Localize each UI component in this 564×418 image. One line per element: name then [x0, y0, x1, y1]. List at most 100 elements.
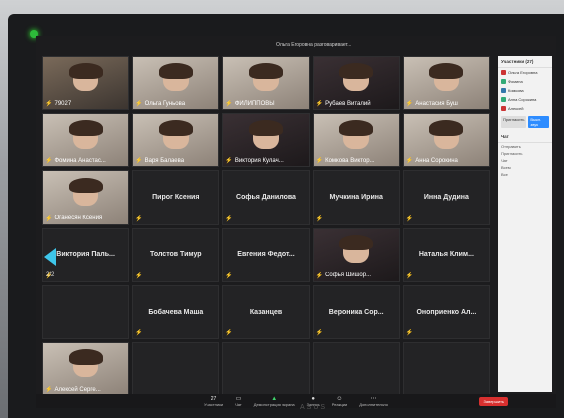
participant-name-bar: ⚡ Анастасия Буш — [405, 100, 487, 108]
participant-tile[interactable]: Софья Данилова ⚡ — [222, 170, 310, 225]
participant-list-item[interactable]: Комкова — [498, 86, 552, 95]
participant-tile[interactable] — [222, 341, 310, 396]
participant-tile[interactable] — [312, 341, 400, 396]
participant-tile[interactable]: Бобачева Маша ⚡ — [132, 284, 220, 339]
participant-tile[interactable]: ⚡ Рубаев Виталий — [312, 56, 400, 111]
mic-muted-icon: ⚡ — [315, 101, 324, 108]
participant-tile[interactable]: ⚡ ФИЛИППОВЫ — [222, 56, 310, 111]
avatar — [501, 88, 506, 93]
mic-muted-icon: ⚡ — [45, 387, 53, 393]
mic-muted-icon: ⚡ — [405, 272, 414, 279]
participant-name-bar: ⚡ — [406, 215, 487, 222]
mic-muted-icon: ⚡ — [45, 158, 53, 165]
participant-name: ФИЛИППОВЫ — [234, 100, 275, 107]
participant-video-hair — [429, 120, 464, 137]
more-button[interactable]: ⋯ Дополнительно — [359, 395, 388, 407]
mic-muted-icon: ⚡ — [135, 101, 143, 108]
laptop-brand-logo: ASUS — [300, 404, 328, 411]
chat-icon: ▭ — [235, 396, 242, 402]
participant-name: Наталья Клим... — [418, 251, 474, 259]
participant-name: Фомина Анастас... — [54, 157, 106, 164]
participant-tile[interactable] — [42, 284, 130, 339]
participant-tile[interactable] — [402, 341, 490, 396]
mic-muted-icon: ⚡ — [315, 215, 324, 222]
participants-button[interactable]: 27 Участники — [204, 396, 223, 407]
participant-name: Ольга Гуньова — [144, 100, 186, 107]
participant-name-bar: ⚡ Оганесян Ксения — [45, 215, 126, 222]
participant-tile[interactable]: ⚡ Комкова Виктор... — [312, 113, 400, 168]
participant-tile[interactable]: Евгения Федот... ⚡ — [222, 227, 310, 282]
participant-tile[interactable]: ⚡ 79027 — [42, 56, 130, 111]
participant-tile[interactable]: ⚡ Виктория Кулач... — [222, 113, 310, 168]
participant-tile[interactable] — [132, 341, 220, 396]
participant-video-hair — [158, 63, 193, 79]
participant-name-bar: ⚡ Фомина Анастас... — [45, 157, 126, 165]
page-indicator: 2/2 — [46, 272, 55, 278]
participant-video-hair — [339, 120, 374, 137]
participant-list-item[interactable]: Фомина — [498, 77, 552, 86]
participant-video-hair — [339, 63, 374, 79]
chat-button[interactable]: ▭ Чат — [235, 395, 242, 407]
participant-name-bar: ⚡ Комкова Виктор... — [316, 157, 397, 165]
participants-label: Участники — [204, 401, 224, 407]
share-screen-button[interactable]: ▲ Демонстрация экрана — [254, 396, 295, 407]
chat-header: Чат — [498, 131, 552, 143]
participant-list-name: Комкова — [508, 88, 524, 93]
participant-name-bar: ⚡ — [45, 272, 126, 279]
participant-tile[interactable]: ⚡ Оганесян Ксения — [42, 170, 130, 225]
participant-tile[interactable]: Мучкина Ирина ⚡ — [312, 170, 400, 225]
mic-muted-icon: ⚡ — [405, 101, 414, 108]
participant-tile[interactable]: ⚡ Ольга Гуньова — [132, 56, 220, 111]
end-meeting-button[interactable]: Завершить — [479, 397, 508, 406]
chat-line: Все — [501, 172, 508, 177]
participant-name: Анна Сорокина — [415, 157, 458, 164]
participant-tile[interactable]: ⚡ Алексей Серге... — [42, 341, 130, 396]
participant-name-bar: ⚡ Алексей Серге... — [45, 386, 126, 394]
participant-name-bar: ⚡ Виктория Кулач... — [225, 157, 306, 165]
participant-tile[interactable]: ⚡ Анастасия Буш — [402, 56, 490, 111]
participant-list-item[interactable]: Анна Сорокина — [498, 95, 552, 104]
mic-muted-icon: ⚡ — [225, 272, 233, 279]
mic-muted-icon: ⚡ — [405, 215, 414, 222]
participant-tile[interactable]: Оноприенко Ал... ⚡ — [402, 284, 490, 339]
participant-list-item[interactable]: Алексей — [498, 104, 552, 113]
more-label: Дополнительно — [359, 402, 388, 407]
invite-button[interactable]: Пригласить — [501, 116, 527, 128]
participant-name: Мучкина Ирина — [329, 194, 383, 202]
participant-list-item[interactable]: Ольга Егоровна — [498, 68, 552, 77]
participant-tile[interactable]: ⚡ Анна Сорокина — [402, 113, 490, 168]
mic-muted-icon: ⚡ — [315, 329, 324, 336]
participant-name: Оноприенко Ал... — [416, 308, 477, 316]
participant-video-hair — [339, 234, 374, 251]
participant-name: Варя Балаева — [144, 157, 185, 164]
participant-tile[interactable]: ⚡ Фомина Анастас... — [42, 113, 130, 168]
participant-name: 79027 — [54, 100, 72, 107]
participant-tile[interactable]: Инна Дудина ⚡ — [402, 170, 490, 225]
participant-name-bar: ⚡ — [135, 215, 216, 222]
participant-video-hair — [248, 63, 284, 79]
participant-tile[interactable]: ⚡ Софья Шишор... — [312, 227, 400, 282]
previous-page-arrow-icon[interactable] — [44, 248, 56, 266]
participant-list-name: Фомина — [508, 79, 523, 84]
mute-all-button[interactable]: Выкл. звук — [528, 116, 549, 128]
participant-name: Комкова Виктор... — [325, 157, 375, 164]
participant-tile[interactable]: Казанцев ⚡ — [222, 284, 310, 339]
participant-name-bar: ⚡ ФИЛИППОВЫ — [225, 100, 306, 108]
participant-name-bar: ⚡ — [225, 272, 306, 279]
participant-name: Евгения Федот... — [237, 251, 295, 259]
participant-tile[interactable]: Пирог Ксения ⚡ — [132, 170, 220, 225]
participant-name-bar: ⚡ — [406, 329, 487, 336]
participant-list-name: Анна Сорокина — [508, 97, 537, 102]
reactions-button[interactable]: ☺ Реакции — [332, 396, 347, 407]
more-icon: ⋯ — [370, 396, 377, 402]
participant-name-bar: ⚡ — [406, 272, 487, 279]
participant-video-hair — [68, 120, 103, 137]
avatar — [501, 70, 506, 75]
participant-tile[interactable]: Толстов Тимур ⚡ — [132, 227, 220, 282]
participant-name: Софья Шишор... — [325, 272, 372, 279]
mic-muted-icon: ⚡ — [405, 329, 414, 336]
participant-tile[interactable]: Наталья Клим... ⚡ — [402, 227, 490, 282]
participant-tile[interactable]: ⚡ Варя Балаева — [132, 113, 220, 168]
participant-tile[interactable]: Вероника Сор... ⚡ — [312, 284, 400, 339]
participant-name-bar: ⚡ — [316, 329, 397, 336]
